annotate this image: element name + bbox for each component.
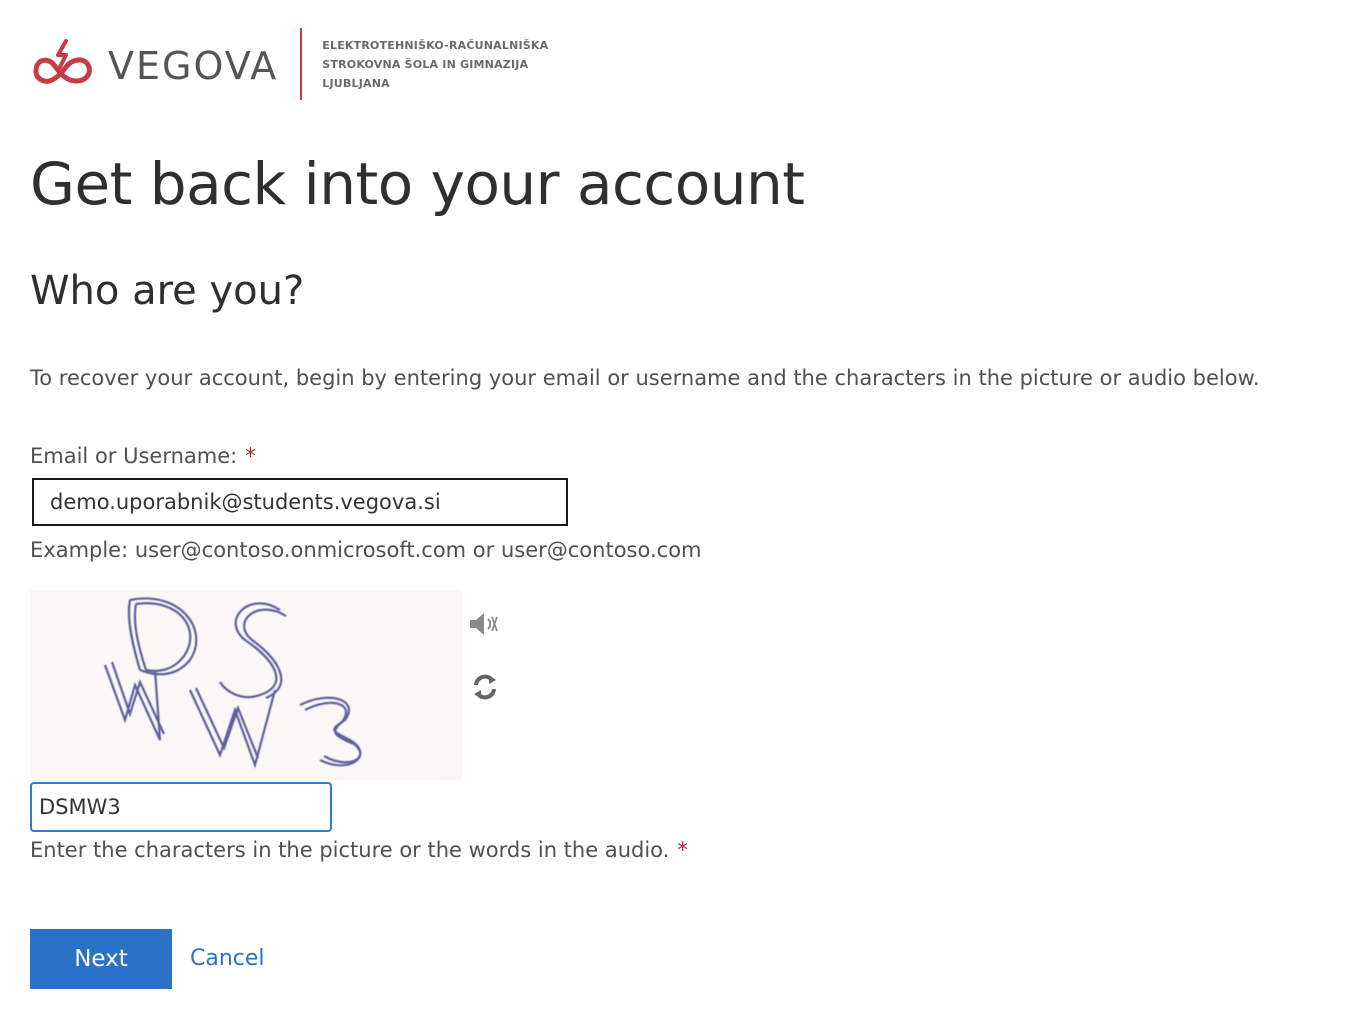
captcha-picture bbox=[103, 597, 362, 769]
captcha-refresh-button[interactable] bbox=[470, 672, 500, 702]
email-example: Example: user@contoso.onmicrosoft.com or… bbox=[30, 538, 702, 562]
speaker-icon bbox=[470, 613, 498, 635]
cancel-link[interactable]: Cancel bbox=[190, 946, 265, 971]
captcha-hint-text: Enter the characters in the picture or t… bbox=[30, 838, 670, 862]
section-title: Who are you? bbox=[30, 268, 305, 314]
logo-subtitle: ELEKTROTEHNIŠKO-RAČUNALNIŠKA STROKOVNA Š… bbox=[322, 36, 548, 93]
logo-line: LJUBLJANA bbox=[322, 76, 390, 90]
school-logo: VEGOVA ELEKTROTEHNIŠKO-RAČUNALNIŠKA STRO… bbox=[30, 26, 548, 102]
password-reset-page: VEGOVA ELEKTROTEHNIŠKO-RAČUNALNIŠKA STRO… bbox=[0, 0, 1362, 1014]
logo-wordmark: VEGOVA bbox=[108, 44, 279, 88]
captcha-hint: Enter the characters in the picture or t… bbox=[30, 838, 688, 862]
captcha-image bbox=[30, 590, 462, 780]
vegova-logo-icon bbox=[33, 39, 92, 84]
refresh-icon bbox=[474, 674, 496, 700]
captcha-audio-button[interactable] bbox=[468, 610, 500, 638]
email-label: Email or Username: * bbox=[30, 444, 256, 468]
captcha-input[interactable] bbox=[30, 782, 332, 832]
logo-line: ELEKTROTEHNIŠKO-RAČUNALNIŠKA bbox=[322, 38, 549, 52]
logo-divider bbox=[300, 28, 303, 100]
page-title: Get back into your account bbox=[30, 150, 805, 218]
next-button[interactable]: Next bbox=[30, 929, 172, 989]
email-label-text: Email or Username: bbox=[30, 444, 238, 468]
required-marker: * bbox=[677, 838, 688, 862]
email-input[interactable] bbox=[32, 478, 568, 526]
intro-text: To recover your account, begin by enteri… bbox=[30, 366, 1260, 390]
required-marker: * bbox=[245, 444, 256, 468]
logo-line: STROKOVNA ŠOLA IN GIMNAZIJA bbox=[322, 57, 529, 71]
